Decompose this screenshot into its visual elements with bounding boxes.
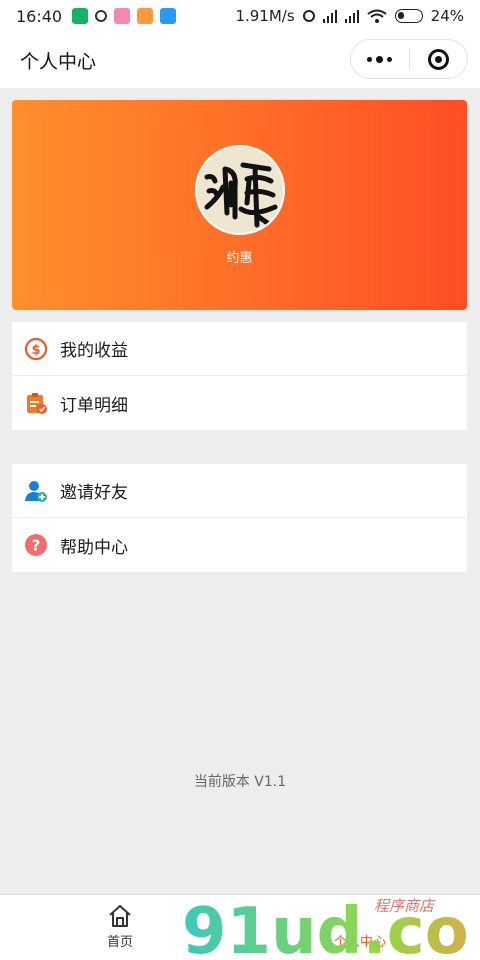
menu-group-earnings: $ 我的收益 订单明细 xyxy=(12,322,467,430)
help-icon: ? xyxy=(24,533,48,557)
menu-label: 我的收益 xyxy=(60,341,128,361)
status-right: 1.91M/s 24% xyxy=(235,7,464,25)
menu-item-order-details[interactable]: 订单明细 xyxy=(12,376,467,430)
map-pin-app-icon xyxy=(137,8,154,24)
nav-bar: 个人中心 xyxy=(0,32,480,88)
battery-percent: 24% xyxy=(430,7,464,25)
menu-item-invite-friends[interactable]: 邀请好友 xyxy=(12,464,467,518)
svg-text:?: ? xyxy=(32,537,41,555)
page-title: 个人中心 xyxy=(20,50,97,73)
home-icon xyxy=(109,905,131,927)
profile-card: 约惠 xyxy=(12,100,467,310)
wifi-icon xyxy=(367,9,387,23)
cloud-app-icon xyxy=(160,8,177,24)
username: 约惠 xyxy=(226,251,253,266)
status-time: 16:40 xyxy=(16,6,63,26)
menu-item-help-center[interactable]: ? 帮助中心 xyxy=(12,518,467,572)
tab-bar: 首页 个人中心 xyxy=(0,894,480,960)
menu-group-social: 邀请好友 ? 帮助中心 xyxy=(12,464,467,572)
avatar[interactable] xyxy=(194,145,285,235)
signal-icon xyxy=(322,9,337,23)
target-icon xyxy=(427,48,449,70)
tab-home-label: 首页 xyxy=(106,935,133,950)
more-dots-icon xyxy=(367,55,393,63)
more-button[interactable] xyxy=(351,40,409,78)
network-speed: 1.91M/s xyxy=(235,7,295,25)
mini-program-capsule xyxy=(350,39,468,79)
tab-home[interactable]: 首页 xyxy=(0,895,240,960)
invite-friend-icon xyxy=(24,479,48,503)
chat-bubble-icon xyxy=(95,10,108,22)
hd-ring-icon xyxy=(302,10,315,22)
signal-icon-2 xyxy=(344,9,359,23)
close-mini-program-button[interactable] xyxy=(410,40,468,78)
income-icon: $ xyxy=(24,337,48,361)
menu-label: 订单明细 xyxy=(60,395,128,416)
tab-me-label: 个人中心 xyxy=(333,935,386,950)
menu-item-my-earnings[interactable]: $ 我的收益 xyxy=(12,322,467,376)
notification-icons xyxy=(72,8,177,24)
version-text: 当前版本 V1.1 xyxy=(193,774,287,790)
status-bar: 16:40 1.91M/s 24% xyxy=(0,0,480,32)
calendar-app-icon xyxy=(114,8,131,24)
order-icon xyxy=(24,391,48,415)
battery-icon xyxy=(394,9,423,23)
shield-app-icon xyxy=(72,8,89,24)
avatar-calligraphy-image xyxy=(196,147,283,233)
tab-me[interactable]: 个人中心 xyxy=(240,895,480,960)
svg-text:$: $ xyxy=(31,343,40,358)
menu-label: 帮助中心 xyxy=(60,537,128,558)
menu-label: 邀请好友 xyxy=(60,483,128,503)
